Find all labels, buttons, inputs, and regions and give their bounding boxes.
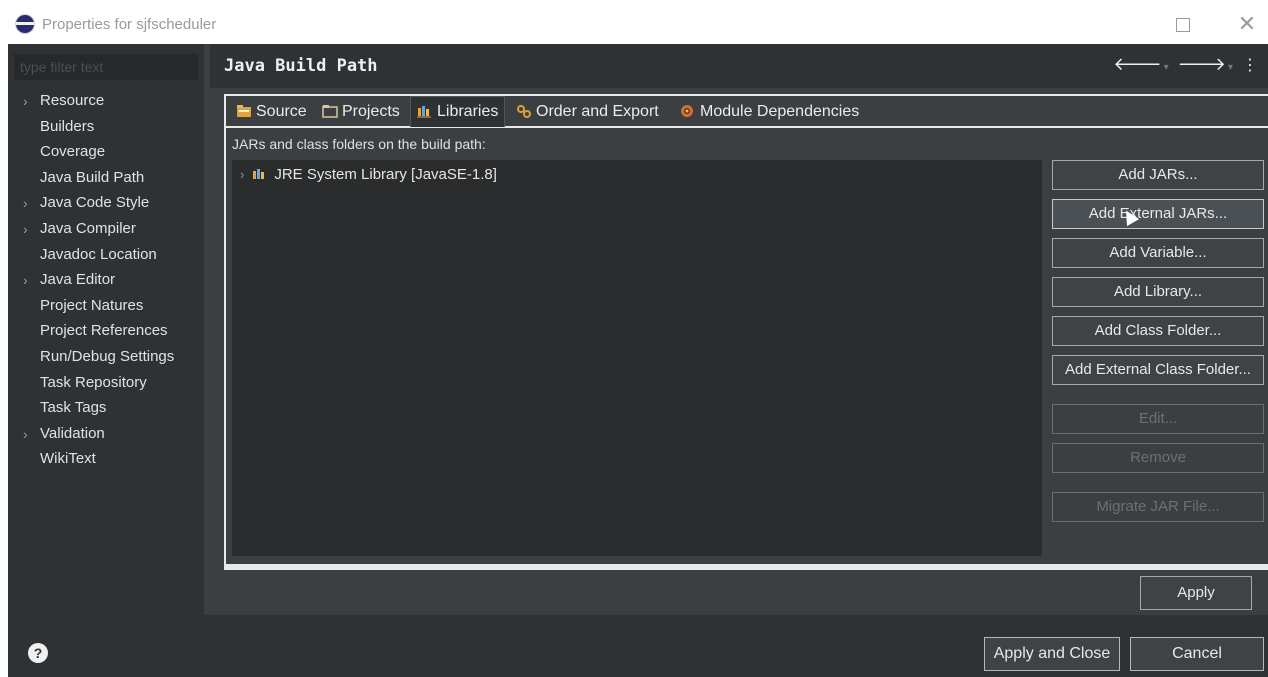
tab-libraries-label: Libraries xyxy=(437,103,499,120)
expand-chevron-icon[interactable]: › xyxy=(23,192,28,214)
add-external-class-folder-button[interactable]: Add External Class Folder... xyxy=(1052,355,1264,385)
add-external-jars-button[interactable]: Add External JARs... xyxy=(1052,199,1264,229)
expand-chevron-icon[interactable]: › xyxy=(240,167,244,182)
close-icon[interactable]: ✕ xyxy=(1232,12,1262,38)
sidebar-item-label: Coverage xyxy=(40,143,106,161)
sidebar-item[interactable]: Task Tags xyxy=(8,397,204,423)
maximize-icon[interactable] xyxy=(1168,12,1198,38)
add-library-button[interactable]: Add Library... xyxy=(1052,277,1264,307)
sidebar-item-label: Resource xyxy=(40,92,105,109)
expand-chevron-icon[interactable]: › xyxy=(23,218,28,240)
add-jars-button[interactable]: Add JARs... xyxy=(1052,160,1264,190)
tab-source[interactable]: Source xyxy=(230,98,313,126)
filter-input[interactable] xyxy=(14,54,198,80)
source-folder-icon xyxy=(236,100,252,117)
list-item[interactable]: › JRE System Library [JavaSE-1.8] xyxy=(240,166,497,183)
sidebar-item-label: Task Tags xyxy=(40,399,107,417)
sidebar: › Resource Builders Coverage Java Build Path… xyxy=(8,44,204,615)
forward-arrow-icon[interactable]: 🡒 xyxy=(1178,54,1228,74)
sidebar-item[interactable]: › Java Code Style xyxy=(8,192,204,218)
sidebar-item[interactable]: Run/Debug Settings xyxy=(8,346,204,372)
tab-projects[interactable]: Projects xyxy=(316,98,406,126)
sidebar-item[interactable]: Task Repository xyxy=(8,372,204,398)
tab-source-label: Source xyxy=(256,103,307,120)
sidebar-item-label: Builders xyxy=(40,117,95,135)
tab-order-export-label: Order and Export xyxy=(536,103,659,120)
edit-button[interactable]: Edit... xyxy=(1052,404,1264,434)
sidebar-item-label: Task Repository xyxy=(40,373,147,391)
add-class-folder-button[interactable]: Add Class Folder... xyxy=(1052,316,1264,346)
sidebar-item-label: Java Compiler xyxy=(40,219,136,237)
apply-button[interactable]: Apply xyxy=(1140,576,1252,610)
sidebar-item-label: Project References xyxy=(40,322,168,340)
sidebar-item[interactable]: › Resource xyxy=(8,90,204,116)
view-menu-icon[interactable]: ⋮ xyxy=(1242,57,1260,74)
sidebar-item-label: Project Natures xyxy=(40,296,144,314)
remove-button[interactable]: Remove xyxy=(1052,443,1264,473)
sidebar-item[interactable]: Coverage xyxy=(8,141,204,167)
eclipse-icon xyxy=(16,15,34,33)
sidebar-item[interactable]: Java Build Path xyxy=(8,167,204,193)
sidebar-item[interactable]: Builders xyxy=(8,116,204,142)
page-header: Java Build Path 🡐▾ 🡒▾ ⋮ xyxy=(210,44,1268,88)
property-tree: › Resource Builders Coverage Java Build Path… xyxy=(8,90,204,474)
back-dropdown-icon[interactable]: ▾ xyxy=(1164,62,1171,73)
page-title: Java Build Path xyxy=(224,56,378,76)
sidebar-item-label: Java Code Style xyxy=(40,194,150,212)
sidebar-item-label: Run/Debug Settings xyxy=(40,347,175,365)
order-export-icon xyxy=(516,100,532,118)
tab-libraries[interactable]: Libraries xyxy=(410,96,506,127)
sidebar-item[interactable]: › Java Editor xyxy=(8,269,204,295)
expand-chevron-icon[interactable]: › xyxy=(23,90,28,112)
sidebar-item-label: WikiText xyxy=(40,450,96,468)
page-area: Java Build Path 🡐▾ 🡒▾ ⋮ Source Projects xyxy=(210,44,1268,615)
dialog-button-bar: ? Apply and Close Cancel xyxy=(8,615,1268,677)
tab-projects-label: Projects xyxy=(342,103,400,120)
tab-module-dependencies[interactable]: Module Dependencies xyxy=(674,98,865,126)
library-icon xyxy=(252,167,268,179)
build-path-tree[interactable]: › JRE System Library [JavaSE-1.8] xyxy=(232,160,1042,556)
sidebar-item[interactable]: › Validation xyxy=(8,423,204,449)
tab-module-dependencies-label: Module Dependencies xyxy=(700,103,860,120)
history-nav: 🡐▾ 🡒▾ ⋮ xyxy=(1113,54,1260,75)
jre-library-label: JRE System Library [JavaSE-1.8] xyxy=(274,166,497,183)
tab-bar: Source Projects Libraries Order and Expo… xyxy=(226,96,1268,127)
properties-dialog: › Resource Builders Coverage Java Build Path… xyxy=(8,44,1268,677)
apply-and-close-button[interactable]: Apply and Close xyxy=(984,637,1120,671)
build-path-label: JARs and class folders on the build path… xyxy=(232,136,486,152)
expand-chevron-icon[interactable]: › xyxy=(23,423,28,445)
tab-folder: Source Projects Libraries Order and Expo… xyxy=(224,94,1268,570)
sidebar-item[interactable]: Project Natures xyxy=(8,295,204,321)
title-bar: Properties for sjfscheduler ✕ xyxy=(0,4,1268,44)
sidebar-item-label: Java Editor xyxy=(40,271,116,289)
projects-icon xyxy=(322,100,338,118)
window-title: Properties for sjfscheduler xyxy=(42,16,217,33)
sidebar-item[interactable]: Project References xyxy=(8,320,204,346)
sidebar-item[interactable]: WikiText xyxy=(8,448,204,474)
libraries-icon xyxy=(417,99,433,118)
help-icon[interactable]: ? xyxy=(28,643,48,663)
module-dependencies-icon xyxy=(680,100,696,117)
cancel-button[interactable]: Cancel xyxy=(1130,637,1264,671)
libraries-tab-content: JARs and class folders on the build path… xyxy=(226,128,1268,564)
sidebar-item-label: Java Build Path xyxy=(40,168,145,186)
back-arrow-icon[interactable]: 🡐 xyxy=(1113,54,1163,74)
forward-dropdown-icon[interactable]: ▾ xyxy=(1228,62,1235,73)
sidebar-item-label: Javadoc Location xyxy=(40,245,157,263)
sidebar-item[interactable]: › Java Compiler xyxy=(8,218,204,244)
sidebar-item[interactable]: Javadoc Location xyxy=(8,244,204,270)
sidebar-item-label: Validation xyxy=(40,424,105,442)
tab-order-export[interactable]: Order and Export xyxy=(510,98,665,126)
add-variable-button[interactable]: Add Variable... xyxy=(1052,238,1264,268)
expand-chevron-icon[interactable]: › xyxy=(23,269,28,291)
migrate-jar-button[interactable]: Migrate JAR File... xyxy=(1052,492,1264,522)
